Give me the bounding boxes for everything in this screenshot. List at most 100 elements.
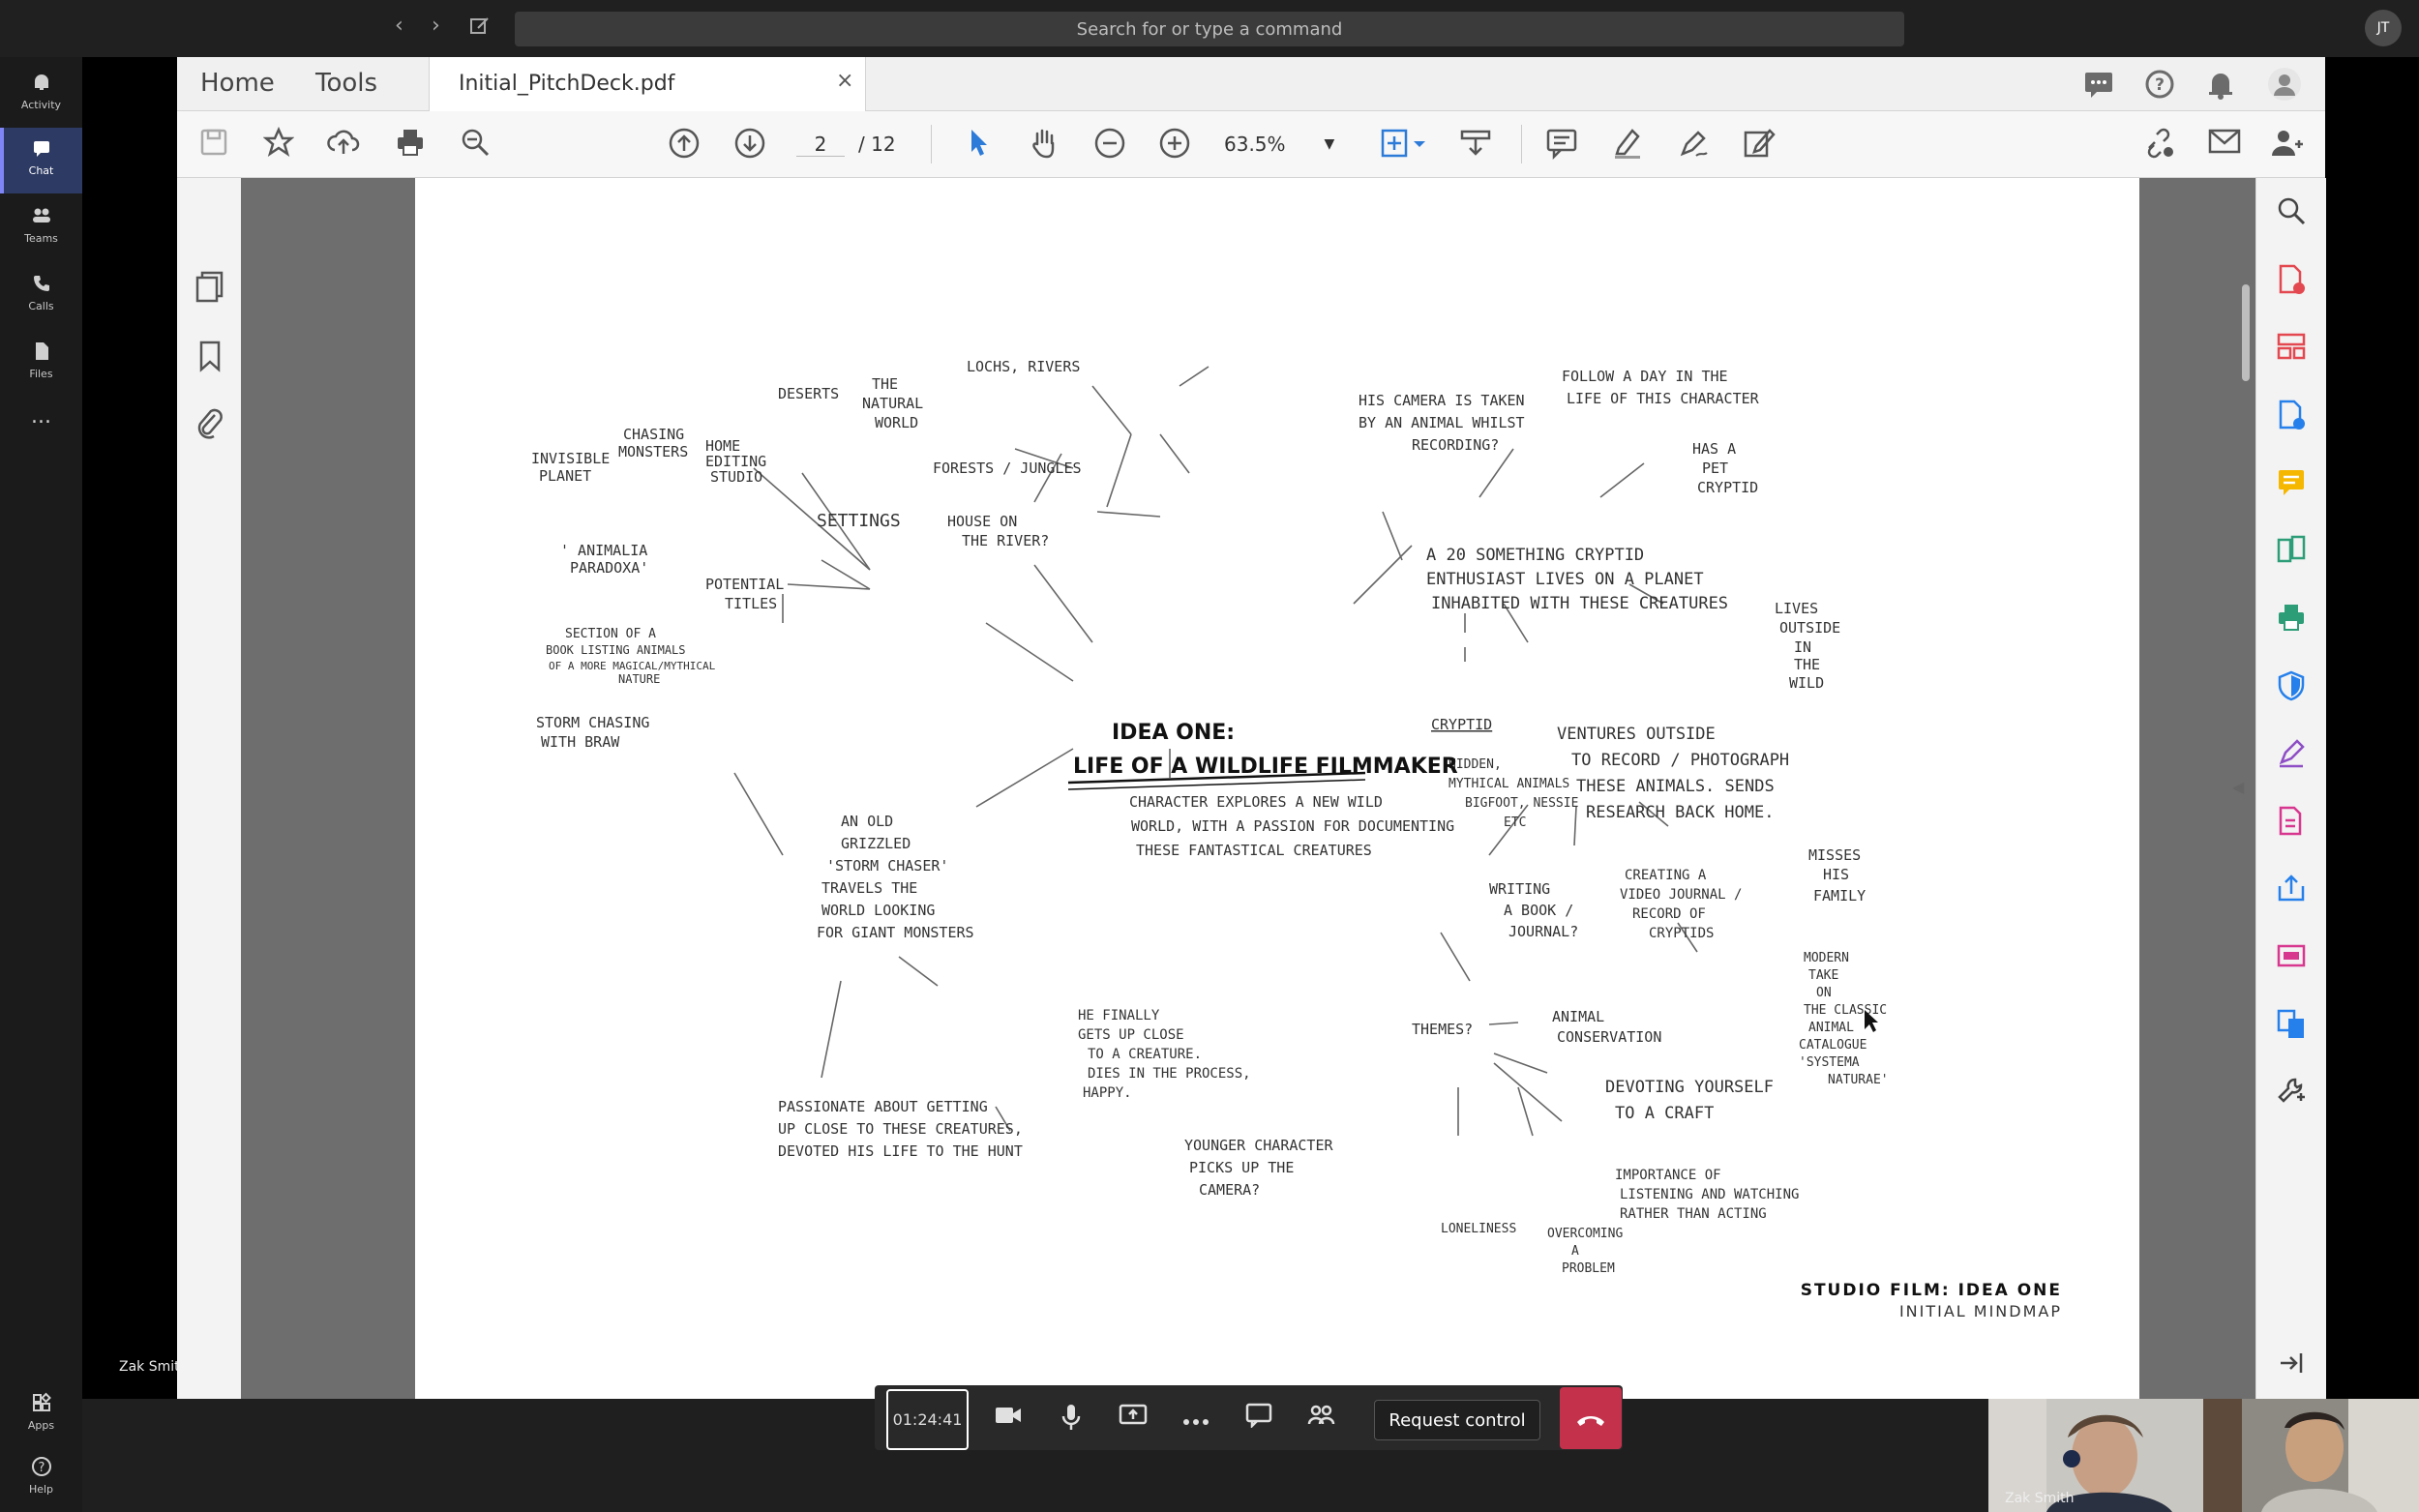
mm-passionate: DEVOTED HIS LIFE TO THE HUNT [778,1142,1023,1160]
mm-animal-conservation: ANIMAL [1552,1008,1604,1025]
rail-activity[interactable]: Activity [0,62,82,128]
fill-and-sign-icon[interactable] [2274,737,2309,772]
redact-icon[interactable] [2274,940,2309,975]
zoom-in-icon[interactable] [1157,127,1192,162]
export-pdf-icon[interactable] [2274,399,2309,433]
close-tab-icon[interactable]: × [836,69,853,93]
highlight-icon[interactable] [1610,127,1645,162]
mm-deserts: DESERTS [778,385,839,402]
mm-loneliness: LONELINESS [1441,1222,1516,1236]
mm-old-storm-chaser: FOR GIANT MONSTERS [817,924,974,941]
mm-forests: FORESTS / JUNGLES [933,460,1082,477]
tab-home[interactable]: Home [200,69,275,98]
fill-sign-icon[interactable] [1742,127,1777,162]
mm-natural-world: THE [872,375,898,393]
bell-icon [30,72,53,95]
participants-icon[interactable] [1304,1403,1337,1436]
mm-video-journal: RECORD OF [1632,906,1706,922]
back-arrow-icon[interactable]: ‹ [395,14,403,38]
add-person-icon[interactable] [2270,127,2305,162]
mm-modern-take: ANIMAL [1808,1021,1854,1035]
chat-icon [30,137,53,161]
rail-apps[interactable]: Apps [0,1382,82,1448]
forward-arrow-icon[interactable]: › [432,14,440,38]
share-screen-icon[interactable] [1117,1403,1150,1436]
tab-tools[interactable]: Tools [315,69,377,98]
rail-chat[interactable]: Chat [0,128,82,193]
create-pdf-icon[interactable] [2274,263,2309,298]
compose-icon[interactable] [468,15,492,38]
page-number-input[interactable]: 2 [796,133,845,157]
mm-misses-family: FAMILY [1813,887,1866,904]
save-icon[interactable] [196,127,231,162]
user-avatar[interactable]: JT [2365,10,2402,46]
compare-files-icon[interactable] [2274,534,2309,569]
edit-pdf-icon[interactable] [2274,805,2309,840]
next-page-icon[interactable] [732,127,767,162]
print-production-icon[interactable] [2274,602,2309,637]
page-fit-icon[interactable] [1377,127,1431,162]
page-thumbnails-icon[interactable] [194,270,225,307]
zoom-out-icon[interactable] [1092,127,1127,162]
bookmark-star-icon[interactable] [261,126,296,162]
request-control-button[interactable]: Request control [1374,1400,1540,1440]
draw-pen-icon[interactable] [1676,127,1711,162]
command-search-input[interactable]: Search for or type a command [515,12,1904,46]
expand-pane-icon[interactable] [2274,1349,2309,1383]
hand-tool-icon[interactable] [1027,127,1061,162]
svg-text:?: ? [2155,75,2165,95]
collapse-right-pane-icon[interactable]: ◀ [2232,778,2244,796]
combine-files-icon[interactable] [2274,1008,2309,1043]
mm-potential-titles: TITLES [725,595,777,612]
print-icon[interactable] [393,127,428,162]
mm-lives-outside: OUTSIDE [1779,619,1840,637]
mm-enthusiast: ENTHUSIAST LIVES ON A PLANET [1426,570,1704,589]
upload-cloud-icon[interactable] [326,127,361,162]
mm-animalia: PARADOXA' [570,559,648,577]
comment-tool-icon[interactable] [2274,466,2309,501]
previous-page-icon[interactable] [667,127,702,162]
rail-teams[interactable]: Teams [0,195,82,261]
video-camera-icon[interactable] [992,1403,1025,1436]
account-avatar-icon[interactable] [2267,67,2302,105]
comment-bubble-icon[interactable] [2083,70,2114,103]
rail-files[interactable]: Files [0,331,82,397]
rail-calls[interactable]: Calls [0,263,82,329]
share-link-icon[interactable] [2141,127,2176,162]
protect-shield-icon[interactable] [2274,669,2309,704]
mindmap-drawing: DESERTS THE NATURAL WORLD LOCHS, RIVERS … [531,358,2060,1320]
zoom-level-select[interactable]: 63.5% ▼ [1224,125,1334,163]
toolbar-divider [931,125,932,163]
mm-overcoming: OVERCOMING [1547,1227,1623,1241]
mm-younger: CAMERA? [1199,1181,1260,1199]
help-icon[interactable]: ? [2144,69,2175,104]
participant-video-2[interactable] [2203,1399,2419,1512]
mm-storm-chasing: STORM CHASING [536,714,649,731]
more-actions-icon[interactable] [1180,1403,1212,1436]
select-cursor-icon[interactable] [961,127,996,162]
chevron-down-icon: ▼ [1324,136,1335,152]
tab-document[interactable]: Initial_PitchDeck.pdf × [429,57,866,111]
apps-icon [30,1392,53,1415]
attachments-icon[interactable] [195,407,224,444]
chat-panel-icon[interactable] [1242,1403,1275,1436]
scroll-mode-icon[interactable] [1458,127,1493,162]
share-upload-icon[interactable] [2274,873,2309,907]
hang-up-icon [1574,1403,1607,1435]
rail-help[interactable]: ? Help [0,1446,82,1512]
rail-more[interactable]: ... [0,396,82,461]
email-icon[interactable] [2207,127,2242,162]
zoom-search-icon[interactable] [2274,195,2309,230]
microphone-icon[interactable] [1055,1403,1088,1436]
vertical-scrollbar-thumb[interactable] [2242,284,2250,381]
hang-up-button[interactable] [1560,1387,1622,1449]
more-tools-icon[interactable] [2274,1076,2309,1111]
mm-video-journal: CREATING A [1625,868,1707,883]
bookmarks-icon[interactable] [198,340,222,376]
add-comment-icon[interactable] [1544,127,1579,162]
notification-bell-icon[interactable] [2206,69,2235,104]
organize-pages-icon[interactable] [2274,331,2309,366]
mm-old-storm-chaser: AN OLD [841,813,893,830]
zoom-search-icon[interactable] [458,127,493,162]
mm-section-of-book: OF A MORE MAGICAL/MYTHICAL [549,660,716,672]
